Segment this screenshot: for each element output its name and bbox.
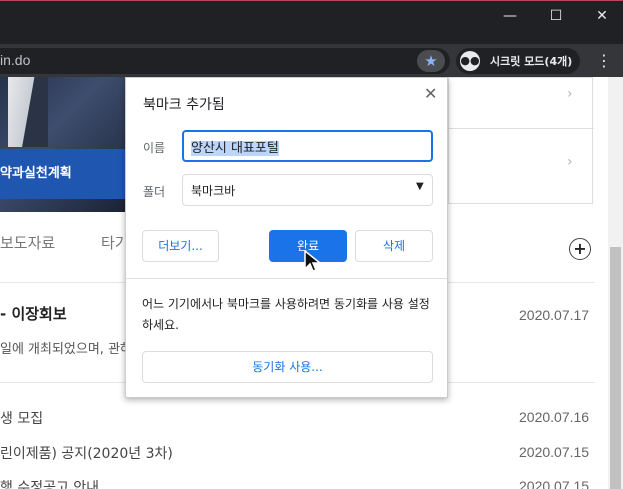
- browser-menu-button[interactable]: ⋮: [596, 50, 612, 72]
- address-bar-url: in.do: [0, 52, 31, 68]
- right-panel-divider: [449, 128, 594, 129]
- news-date: 2020.07.17: [519, 307, 590, 323]
- bookmark-folder-select[interactable]: 북마크바: [182, 174, 433, 206]
- dialog-title: 북마크 추가됨: [143, 97, 225, 113]
- list-item-date: 2020.07.16: [519, 409, 590, 425]
- more-button[interactable]: 더보기...: [142, 230, 219, 262]
- close-window-button[interactable]: ✕: [587, 6, 617, 26]
- star-icon: ★: [424, 52, 438, 70]
- hero-banner-text: 약과실천계획: [0, 166, 72, 181]
- news-title[interactable]: - 이장회보: [0, 303, 67, 324]
- bookmark-name-input[interactable]: 양산시 대표포털: [182, 130, 433, 162]
- dropdown-arrow-icon: ▼: [416, 181, 424, 192]
- list-item-title[interactable]: 생 모집: [0, 408, 43, 428]
- incognito-icon: ●●: [460, 51, 480, 71]
- news-description: 일에 개최되었으며, 관하: [0, 342, 132, 357]
- dialog-divider: [126, 278, 447, 279]
- list-item-date: 2020.07.15: [519, 444, 590, 460]
- chevron-right-icon[interactable]: ›: [567, 86, 573, 102]
- right-link-panel: › ›: [448, 77, 594, 204]
- bookmark-added-dialog: 북마크 추가됨 ✕ 이름 양산시 대표포털 폴더 북마크바 ▼ 더보기... 완…: [125, 77, 448, 398]
- incognito-indicator[interactable]: ●● 시크릿 모드(4개): [456, 48, 580, 74]
- window-titlebar: — ☐ ✕: [0, 0, 623, 44]
- bookmark-folder-value: 북마크바: [191, 184, 236, 198]
- address-bar[interactable]: in.do: [0, 48, 450, 74]
- titlebar-accent-line: [0, 0, 623, 1]
- more-news-button[interactable]: +: [569, 238, 591, 260]
- maximize-button[interactable]: ☐: [541, 6, 571, 26]
- close-dialog-icon[interactable]: ✕: [424, 84, 437, 103]
- name-label: 이름: [143, 141, 166, 155]
- minimize-icon: —: [503, 8, 517, 24]
- list-item-title[interactable]: 린이제품) 공지(2020년 3차): [0, 443, 173, 463]
- plus-icon: +: [573, 239, 587, 258]
- folder-label: 폴더: [143, 185, 166, 199]
- enable-sync-button[interactable]: 동기화 사용...: [142, 351, 433, 383]
- close-icon: ✕: [596, 8, 608, 24]
- maximize-icon: ☐: [549, 8, 563, 24]
- tab-press-release[interactable]: 보도자료: [0, 232, 55, 253]
- minimize-button[interactable]: —: [495, 6, 525, 26]
- bookmark-star-button[interactable]: ★: [417, 50, 445, 72]
- list-item-date: 2020.07.15: [519, 478, 590, 489]
- incognito-label: 시크릿 모드(4개): [490, 55, 573, 68]
- sync-message: 어느 기기에서나 북마크를 사용하려면 동기화를 사용 설정하세요.: [142, 297, 430, 332]
- kebab-menu-icon: ⋮: [596, 51, 612, 70]
- mouse-pointer-icon: [304, 250, 323, 272]
- page-scrollbar-thumb[interactable]: [610, 247, 621, 489]
- bookmark-name-value: 양산시 대표포털: [191, 141, 279, 156]
- hero-person-image: [8, 77, 48, 147]
- chevron-right-icon[interactable]: ›: [567, 154, 573, 170]
- delete-button[interactable]: 삭제: [355, 230, 433, 262]
- hero-banner[interactable]: 약과실천계획: [0, 149, 125, 199]
- list-item-title[interactable]: 행 수정공고 안내: [0, 477, 99, 489]
